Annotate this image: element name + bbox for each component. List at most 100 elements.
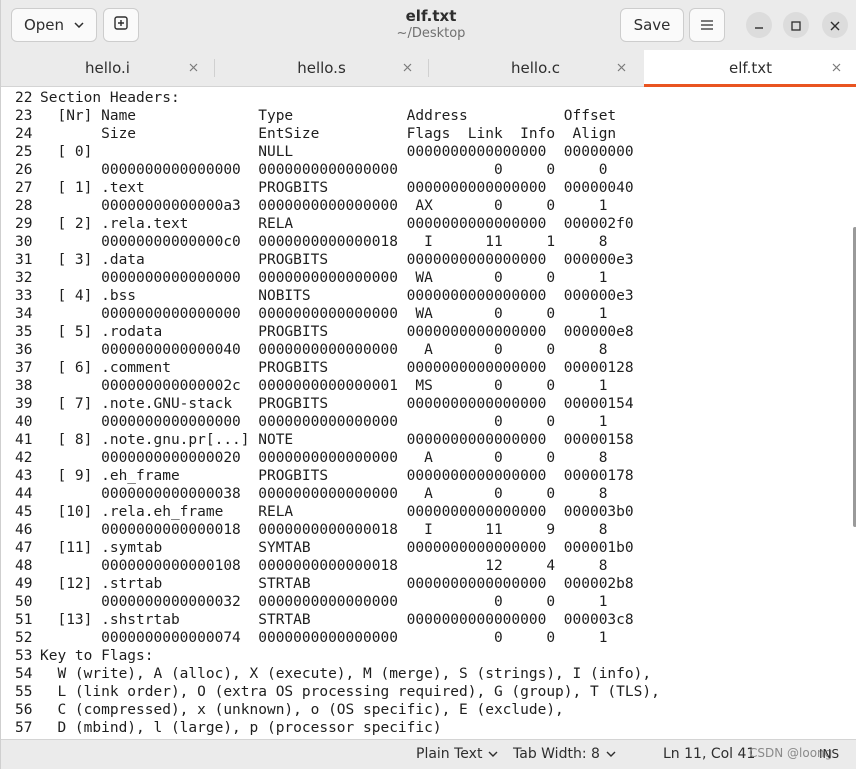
line-number: 46	[15, 522, 33, 538]
close-tab-icon[interactable]	[186, 60, 200, 74]
close-tab-icon[interactable]	[829, 60, 843, 74]
minimize-button[interactable]	[746, 12, 772, 38]
minimize-icon	[754, 16, 764, 35]
window-title: elf.txt ~/Desktop	[301, 7, 561, 42]
line-number: 23	[15, 108, 33, 124]
line-number: 29	[15, 216, 33, 232]
line-text: [ 7] .note.GNU-stack PROGBITS 0000000000…	[40, 396, 634, 412]
header-bar: Open elf.txt ~/Desktop Save	[1, 0, 856, 50]
editor-line: 33 [ 4] .bss NOBITS 0000000000000000 000…	[15, 287, 660, 305]
tab-elf-txt[interactable]: elf.txt	[644, 50, 856, 87]
editor-line: 51 [13] .shstrtab STRTAB 000000000000000…	[15, 611, 660, 629]
line-number: 55	[15, 684, 33, 700]
tab-label: hello.i	[85, 59, 130, 77]
editor-line: 44 0000000000000038 0000000000000000 A 0…	[15, 485, 660, 503]
line-number: 47	[15, 540, 33, 556]
line-text: 0000000000000020 0000000000000000 A 0 0 …	[40, 450, 608, 466]
line-number: 54	[15, 666, 33, 682]
line-text: [ 2] .rela.text RELA 0000000000000000 00…	[40, 216, 634, 232]
editor-line: 22 Section Headers:	[15, 89, 660, 107]
line-text: 0000000000000018 0000000000000018 I 11 9…	[40, 522, 608, 538]
tab-width-label: Tab Width: 8	[513, 746, 600, 762]
editor-line: 30 00000000000000c0 0000000000000018 I 1…	[15, 233, 660, 251]
close-tab-icon[interactable]	[400, 60, 414, 74]
editor-line: 28 00000000000000a3 0000000000000000 AX …	[15, 197, 660, 215]
line-text: [11] .symtab SYMTAB 0000000000000000 000…	[40, 540, 634, 556]
line-text: 0000000000000000 0000000000000000 0 0 0	[40, 162, 608, 178]
line-number: 31	[15, 252, 33, 268]
editor-line: 49 [12] .strtab STRTAB 0000000000000000 …	[15, 575, 660, 593]
editor-line: 25 [ 0] NULL 0000000000000000 00000000	[15, 143, 660, 161]
text-editor-area[interactable]: 22 Section Headers: 23 [Nr] Name Type Addr…	[1, 87, 856, 739]
line-number: 38	[15, 378, 33, 394]
line-text: [ 1] .text PROGBITS 0000000000000000 000…	[40, 180, 634, 196]
close-icon	[830, 16, 840, 35]
editor-line: 39 [ 7] .note.GNU-stack PROGBITS 0000000…	[15, 395, 660, 413]
editor-line: 54 W (write), A (alloc), X (execute), M …	[15, 665, 660, 683]
editor-line: 52 0000000000000074 0000000000000000 0 0…	[15, 629, 660, 647]
line-number: 48	[15, 558, 33, 574]
chevron-down-icon	[74, 22, 84, 28]
line-number: 28	[15, 198, 33, 214]
line-text: Size EntSize Flags Link Info Align	[40, 126, 617, 142]
line-text: 00000000000000a3 0000000000000000 AX 0 0…	[40, 198, 608, 214]
line-number: 57	[15, 720, 33, 736]
save-button-label: Save	[633, 16, 671, 34]
line-text: [ 5] .rodata PROGBITS 0000000000000000 0…	[40, 324, 634, 340]
cursor-position[interactable]: Ln 11, Col 41	[663, 746, 755, 762]
line-number: 56	[15, 702, 33, 718]
editor-line: 32 0000000000000000 0000000000000000 WA …	[15, 269, 660, 287]
editor-line: 41 [ 8] .note.gnu.pr[...] NOTE 000000000…	[15, 431, 660, 449]
cursor-position-label: Ln 11, Col 41	[663, 746, 756, 762]
line-text: 00000000000000c0 0000000000000018 I 11 1…	[40, 234, 608, 250]
line-text: 0000000000000038 0000000000000000 A 0 0 …	[40, 486, 608, 502]
editor-line: 42 0000000000000020 0000000000000000 A 0…	[15, 449, 660, 467]
editor-line: 27 [ 1] .text PROGBITS 0000000000000000 …	[15, 179, 660, 197]
line-text: Key to Flags:	[40, 648, 154, 664]
tab-hello-c[interactable]: hello.c	[429, 50, 642, 86]
line-number: 30	[15, 234, 33, 250]
line-number: 51	[15, 612, 33, 628]
line-number: 27	[15, 180, 33, 196]
maximize-button[interactable]	[783, 12, 809, 38]
line-text: [Nr] Name Type Address Offset	[40, 108, 617, 124]
line-text: 0000000000000000 0000000000000000 0 0 1	[40, 414, 608, 430]
line-number: 52	[15, 630, 33, 646]
language-selector[interactable]: Plain Text	[416, 746, 498, 762]
line-text: D (mbind), l (large), p (processor speci…	[40, 720, 442, 736]
line-text: [12] .strtab STRTAB 0000000000000000 000…	[40, 576, 634, 592]
tab-label: hello.c	[511, 59, 560, 77]
line-number: 35	[15, 324, 33, 340]
line-number: 36	[15, 342, 33, 358]
editor-line: 53 Key to Flags:	[15, 647, 660, 665]
tab-width-selector[interactable]: Tab Width: 8	[513, 746, 616, 762]
tab-label: hello.s	[297, 59, 346, 77]
save-button[interactable]: Save	[620, 8, 684, 42]
editor-line: 47 [11] .symtab SYMTAB 0000000000000000 …	[15, 539, 660, 557]
line-text: 000000000000002c 0000000000000001 MS 0 0…	[40, 378, 608, 394]
line-number: 53	[15, 648, 33, 664]
line-number: 49	[15, 576, 33, 592]
line-text: 0000000000000040 0000000000000000 A 0 0 …	[40, 342, 608, 358]
line-text: [ 3] .data PROGBITS 0000000000000000 000…	[40, 252, 634, 268]
open-button-label: Open	[23, 16, 65, 34]
line-text: C (compressed), x (unknown), o (OS speci…	[40, 702, 564, 718]
hamburger-menu-icon	[701, 16, 713, 34]
tab-bar: hello.i hello.s hello.c elf.txt	[1, 50, 856, 87]
language-label: Plain Text	[416, 746, 483, 762]
line-text: [ 6] .comment PROGBITS 0000000000000000 …	[40, 360, 634, 376]
line-number: 39	[15, 396, 33, 412]
open-button[interactable]: Open	[11, 8, 97, 42]
tab-hello-i[interactable]: hello.i	[1, 50, 214, 86]
line-text: 0000000000000074 0000000000000000 0 0 1	[40, 630, 608, 646]
close-tab-icon[interactable]	[614, 60, 628, 74]
line-text: [ 8] .note.gnu.pr[...] NOTE 000000000000…	[40, 432, 634, 448]
main-menu-button[interactable]	[689, 8, 725, 42]
line-text: W (write), A (alloc), X (execute), M (me…	[40, 666, 652, 682]
line-text: Section Headers:	[40, 90, 180, 106]
new-tab-button[interactable]	[103, 8, 139, 42]
tab-hello-s[interactable]: hello.s	[215, 50, 428, 86]
close-window-button[interactable]	[822, 12, 848, 38]
editor-line: 38 000000000000002c 0000000000000001 MS …	[15, 377, 660, 395]
line-text: [ 4] .bss NOBITS 0000000000000000 000000…	[40, 288, 634, 304]
